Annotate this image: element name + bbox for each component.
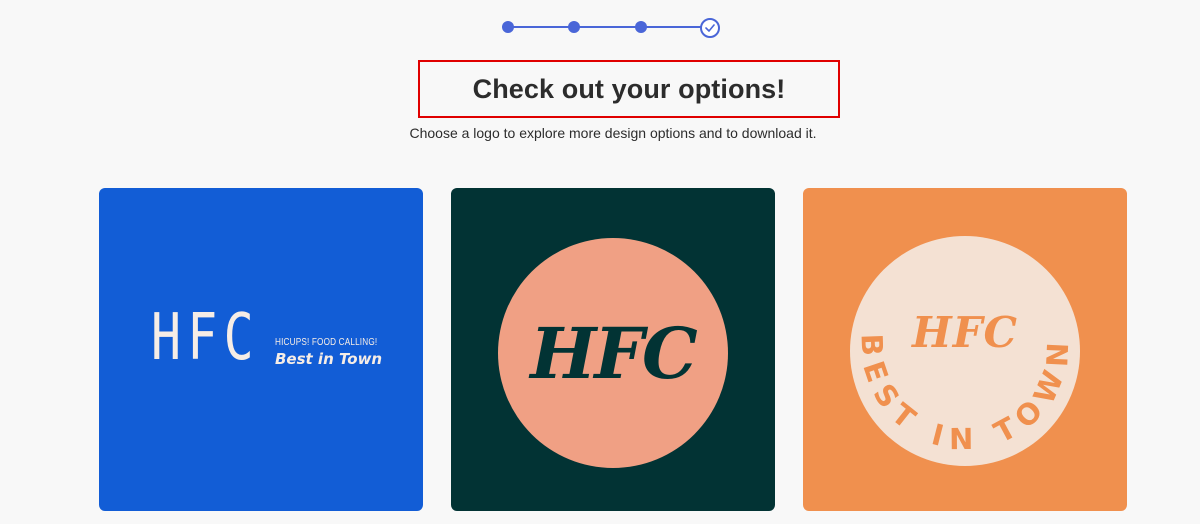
logo-mark: HFC bbox=[530, 311, 698, 395]
logo-arc-slogan: BEST IN TOWN bbox=[855, 333, 1067, 456]
logo-option-card-1[interactable]: HFC HICUPS! FOOD CALLING! Best in Town bbox=[99, 188, 423, 511]
logo-preview-2: HFC bbox=[498, 238, 728, 468]
step-1-dot bbox=[502, 21, 514, 33]
logo-tagline: HICUPS! FOOD CALLING! bbox=[275, 336, 378, 348]
logo-arc-text: BEST IN TOWN bbox=[855, 333, 1076, 456]
svg-text:BEST IN TOWN: BEST IN TOWN bbox=[855, 333, 1076, 456]
logo-option-card-3[interactable]: HFC BEST IN TOWN bbox=[803, 188, 1127, 511]
step-4-check-icon bbox=[700, 18, 720, 38]
page-title: Check out your options! bbox=[472, 73, 786, 104]
logo-slogan: Best in Town bbox=[275, 349, 383, 368]
page-subtitle: Choose a logo to explore more design opt… bbox=[409, 125, 817, 141]
page-title-highlight: Check out your options! bbox=[418, 60, 840, 118]
progress-stepper bbox=[500, 16, 724, 38]
logo-mark: HFC bbox=[151, 301, 260, 375]
logo-preview-3: HFC BEST IN TOWN bbox=[850, 236, 1080, 466]
logo-preview-1: HFC HICUPS! FOOD CALLING! Best in Town bbox=[151, 306, 400, 370]
stepper-line bbox=[508, 26, 710, 28]
step-2-dot bbox=[568, 21, 580, 33]
logo-option-card-2[interactable]: HFC bbox=[451, 188, 775, 511]
step-3-dot bbox=[635, 21, 647, 33]
